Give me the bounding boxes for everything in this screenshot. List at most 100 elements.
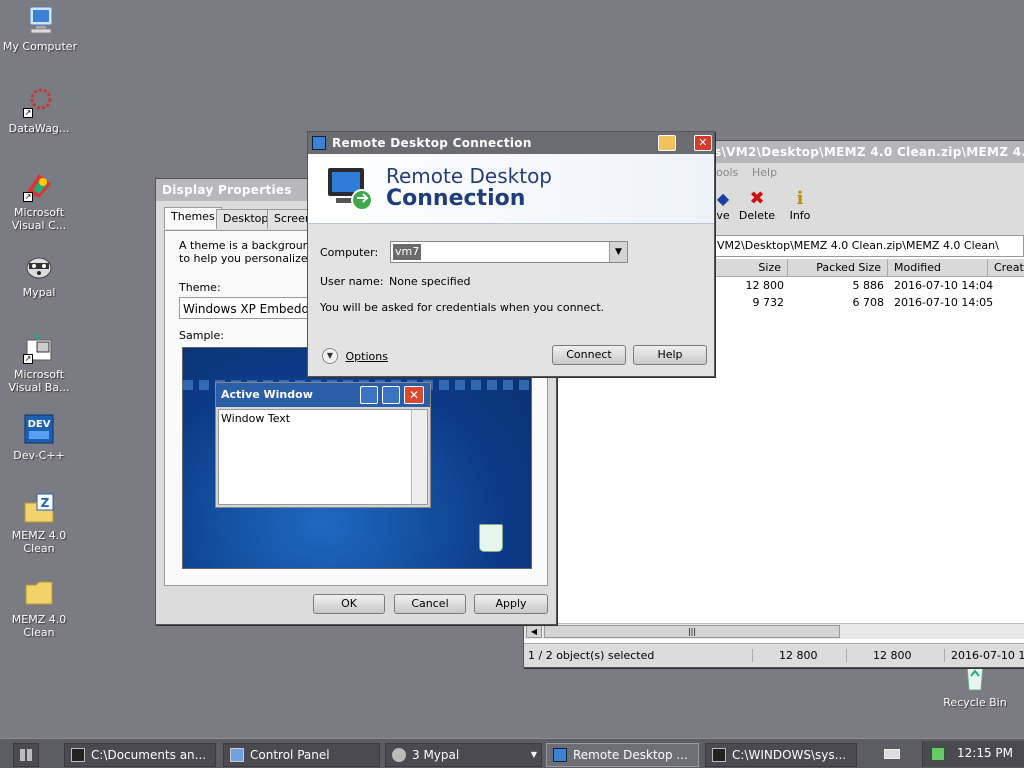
rdc-banner: Remote Desktop Connection bbox=[308, 154, 714, 224]
rdc-title: Remote Desktop Connection bbox=[332, 136, 532, 150]
options-label: Options bbox=[345, 349, 388, 363]
toolbar-info-label: Info bbox=[789, 209, 811, 222]
status-modified: 2016-07-10 14: bbox=[944, 649, 1024, 662]
desktop-icon-label: My Computer bbox=[2, 40, 78, 53]
desktop-icon-visual-basic[interactable]: ↗ Microsoft Visual Ba... bbox=[0, 332, 78, 394]
task-label: Remote Desktop ... bbox=[573, 748, 688, 762]
computer-icon bbox=[24, 4, 56, 36]
toolbar-delete-label: Delete bbox=[738, 209, 776, 222]
task-cmd-documents[interactable]: C:\Documents an... bbox=[64, 743, 216, 767]
help-button[interactable]: Help bbox=[633, 345, 707, 365]
menu-tools[interactable]: ools bbox=[716, 166, 738, 179]
svg-text:Z: Z bbox=[41, 496, 50, 510]
sample-label: Sample: bbox=[179, 329, 224, 342]
start-grid-icon bbox=[20, 749, 32, 761]
rdc-banner-line1: Remote Desktop bbox=[386, 164, 553, 188]
sample-recycle-bin-icon bbox=[479, 524, 503, 552]
task-cmd-windows[interactable]: C:\WINDOWS\sys... bbox=[705, 743, 857, 767]
desktop-icon-devcpp[interactable]: DEV Dev-C++ bbox=[0, 413, 78, 462]
devcpp-icon: DEV bbox=[23, 413, 55, 445]
rdc-minimize-button[interactable] bbox=[658, 135, 676, 151]
computer-combo[interactable]: vm7 ▼ bbox=[390, 241, 628, 263]
keyboard-icon[interactable] bbox=[884, 749, 900, 759]
remote-desktop-monitor-icon bbox=[326, 162, 378, 217]
tab-screen[interactable]: Screen bbox=[267, 209, 311, 229]
connect-button[interactable]: Connect bbox=[552, 345, 626, 365]
scroll-thumb[interactable]: ||| bbox=[544, 625, 840, 638]
clock[interactable]: 12:15 PM bbox=[957, 746, 1013, 760]
console-icon bbox=[71, 748, 85, 762]
desktop-icon-label: DataWag... bbox=[8, 122, 70, 135]
options-toggle[interactable]: ▼ Options bbox=[322, 348, 388, 364]
cancel-button[interactable]: Cancel bbox=[394, 594, 466, 614]
task-label: C:\Documents an... bbox=[91, 748, 207, 762]
column-header-modified[interactable]: Modified bbox=[888, 259, 988, 277]
close-icon: ✕ bbox=[404, 386, 424, 404]
status-size: 12 800 bbox=[752, 649, 818, 662]
start-button[interactable] bbox=[13, 743, 39, 767]
task-label: C:\WINDOWS\sys... bbox=[732, 748, 847, 762]
column-header-created[interactable]: Creat bbox=[988, 259, 1024, 277]
desktop-icon-label: Mypal bbox=[22, 286, 56, 299]
horizontal-scrollbar[interactable]: ◀ ||| bbox=[524, 623, 1024, 639]
sample-preview: Active Window ✕ Window Text bbox=[182, 347, 532, 569]
shortcut-arrow-icon: ↗ bbox=[23, 354, 33, 364]
desktop-icon-mypal[interactable]: Mypal bbox=[0, 250, 78, 299]
console-icon bbox=[712, 748, 726, 762]
row-size: 12 800 bbox=[745, 279, 785, 292]
sample-window-text: Window Text bbox=[221, 412, 291, 425]
toolbar-move-button[interactable]: ◆ ve bbox=[712, 189, 734, 222]
desktop-icon-label: Recycle Bin bbox=[943, 696, 1007, 709]
row-modified: 2016-07-10 14:05 bbox=[894, 296, 994, 309]
group-dropdown-icon: ▼ bbox=[530, 750, 537, 759]
toolbar-move-label: ve bbox=[716, 209, 730, 222]
chevron-down-icon[interactable]: ▼ bbox=[609, 242, 627, 262]
sample-active-window: Active Window ✕ Window Text bbox=[215, 382, 431, 508]
column-header-packed-size[interactable]: Packed Size bbox=[788, 259, 888, 277]
tab-themes[interactable]: Themes bbox=[164, 207, 222, 229]
task-mypal-group[interactable]: 3 Mypal ▼ bbox=[385, 743, 542, 767]
remote-desktop-window[interactable]: Remote Desktop Connection ✕ Remote Deskt… bbox=[307, 131, 715, 377]
credentials-note: You will be asked for credentials when y… bbox=[320, 301, 605, 314]
shortcut-arrow-icon: ↗ bbox=[23, 108, 33, 118]
computer-label: Computer: bbox=[320, 246, 379, 259]
sample-window-body: Window Text bbox=[218, 409, 428, 505]
task-remote-desktop[interactable]: Remote Desktop ... bbox=[546, 743, 699, 767]
control-panel-icon bbox=[230, 748, 244, 762]
row-packed: 6 708 bbox=[852, 296, 885, 309]
desktop-icon-label: Dev-C++ bbox=[13, 449, 65, 462]
desktop-icon-memz-folder[interactable]: MEMZ 4.0 Clean bbox=[0, 577, 78, 639]
visual-basic-icon: ↗ bbox=[23, 332, 55, 364]
ok-button[interactable]: OK bbox=[313, 594, 385, 614]
sample-window-title: Active Window bbox=[221, 388, 313, 401]
desktop-icon-memz-zip[interactable]: Z MEMZ 4.0 Clean bbox=[0, 493, 78, 555]
column-header-size[interactable]: Size bbox=[716, 259, 788, 277]
taskbar: C:\Documents an... Control Panel 3 Mypal… bbox=[0, 738, 1024, 768]
desktop-icon-my-computer[interactable]: My Computer bbox=[1, 4, 79, 53]
desktop-icon-datawag[interactable]: ↗ DataWag... bbox=[0, 86, 78, 135]
desktop-icon-label: MEMZ 4.0 Clean bbox=[11, 613, 67, 639]
status-bar: 1 / 2 object(s) selected 12 800 12 800 2… bbox=[524, 643, 1024, 667]
apply-button[interactable]: Apply bbox=[474, 594, 548, 614]
network-icon[interactable] bbox=[931, 747, 945, 761]
datawag-icon: ↗ bbox=[23, 86, 55, 118]
mypal-icon bbox=[23, 250, 55, 282]
rdc-close-button[interactable]: ✕ bbox=[694, 135, 712, 151]
rdc-banner-line2: Connection bbox=[386, 186, 526, 211]
sample-scrollbar bbox=[411, 410, 427, 504]
expand-options-icon: ▼ bbox=[322, 348, 338, 364]
scroll-left-arrow-icon[interactable]: ◀ bbox=[526, 625, 542, 638]
user-name-label: User name: bbox=[320, 275, 384, 288]
rdc-titlebar[interactable]: Remote Desktop Connection ✕ bbox=[308, 132, 714, 154]
user-name-value: None specified bbox=[389, 275, 471, 288]
toolbar-delete-button[interactable]: ✖ Delete bbox=[736, 189, 778, 223]
computer-combo-value: vm7 bbox=[393, 244, 422, 260]
desktop-icon-label: MEMZ 4.0 Clean bbox=[11, 529, 67, 555]
toolbar-info-button[interactable]: i Info bbox=[784, 189, 816, 223]
menu-help[interactable]: Help bbox=[752, 166, 777, 179]
task-control-panel[interactable]: Control Panel bbox=[223, 743, 380, 767]
row-size: 9 732 bbox=[752, 296, 785, 309]
maximize-icon bbox=[382, 386, 400, 404]
status-packed: 12 800 bbox=[846, 649, 912, 662]
desktop-icon-visual-c[interactable]: ↗ Microsoft Visual C... bbox=[0, 170, 78, 232]
